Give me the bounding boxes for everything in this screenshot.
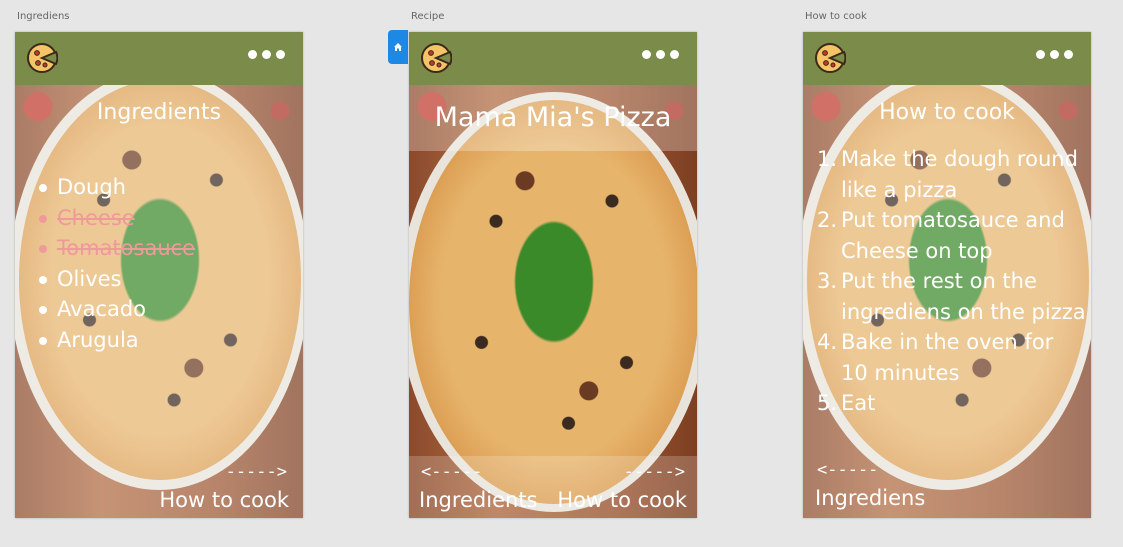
artboard-ingredients: Ingredients Dough Cheese Tomatosauce Oli… [15,32,303,518]
ingredient-item[interactable]: Olives [39,264,195,295]
artboard-label-ingrediens[interactable]: Ingrediens [17,11,70,22]
step-number: 5. [817,391,838,415]
top-bar [409,32,697,85]
artboard-label-recipe[interactable]: Recipe [411,11,444,22]
pizza-logo-icon[interactable] [814,42,846,74]
artboard-label-how-to-cook[interactable]: How to cook [805,11,867,22]
recipe-title: Mama Mia's Pizza [434,102,672,133]
pizza-logo-icon[interactable] [26,42,58,74]
how-to-cook-link[interactable]: How to cook [557,488,687,512]
step-text: Eat [841,391,876,415]
ingredient-item[interactable]: Arugula [39,325,195,356]
prev-arrow[interactable]: <----- [421,462,482,482]
step-item: 1. Make the dough round like a pizza [817,144,1087,205]
ingredients-link[interactable]: Ingredients [419,488,538,512]
step-number: 2. [817,208,838,232]
more-dots-icon[interactable] [642,50,679,62]
prev-arrow[interactable]: <----- [817,460,878,480]
ingredient-item[interactable]: Avacado [39,294,195,325]
next-arrow[interactable]: -----> [226,462,287,482]
step-number: 4. [817,330,838,354]
artboard-how-to-cook: How to cook 1. Make the dough round like … [803,32,1091,518]
page-title: How to cook [879,100,1015,125]
home-icon [394,43,402,51]
artboard-recipe: Mama Mia's Pizza <----- Ingredients ----… [409,32,697,518]
next-arrow[interactable]: -----> [624,462,685,482]
more-dots-icon[interactable] [248,50,285,62]
pizza-logo-icon[interactable] [420,42,452,74]
step-text: Bake in the oven for 10 minutes [841,330,1054,385]
more-dots-icon[interactable] [1036,50,1073,62]
ingredient-item[interactable]: Tomatosauce [39,233,195,264]
step-text: Make the dough round like a pizza [841,147,1078,202]
ingredient-item[interactable]: Dough [39,172,195,203]
step-text: Put tomatosauce and Cheese on top [841,208,1065,263]
step-number: 3. [817,269,838,293]
top-bar [803,32,1091,85]
top-bar [15,32,303,85]
step-item: 5. Eat [817,388,1087,419]
step-text: Put the rest on the ingrediens on the piz… [841,269,1086,324]
cooking-steps: 1. Make the dough round like a pizza 2. P… [817,144,1087,419]
page-title: Ingredients [96,100,222,125]
ingredient-item[interactable]: Cheese [39,203,195,234]
step-item: 2. Put tomatosauce and Cheese on top [817,205,1087,266]
ingrediens-link[interactable]: Ingrediens [815,486,925,510]
step-number: 1. [817,147,838,171]
how-to-cook-link[interactable]: How to cook [159,488,289,512]
step-item: 4. Bake in the oven for 10 minutes [817,327,1087,388]
home-artboard-tab[interactable] [388,30,408,64]
ingredient-list: Dough Cheese Tomatosauce Olives Avacado … [39,172,195,355]
step-item: 3. Put the rest on the ingrediens on the … [817,266,1087,327]
pizza-image [409,100,697,504]
